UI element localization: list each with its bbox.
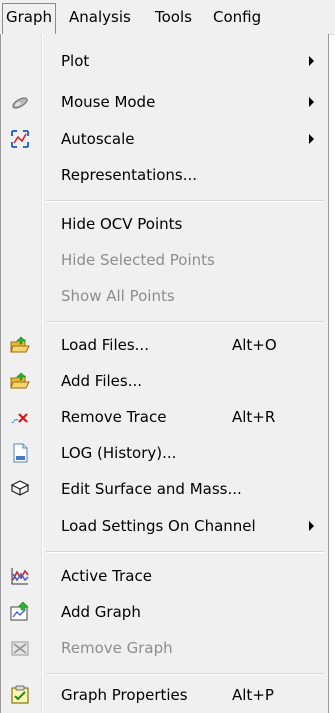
menu-item-representations[interactable]: Representations... <box>1 157 326 193</box>
remove-graph-icon <box>10 638 30 658</box>
submenu-arrow-icon <box>309 521 314 531</box>
menu-graph[interactable]: Graph <box>2 3 57 34</box>
menu-item-remove-trace[interactable]: Remove Trace Alt+R <box>1 399 326 435</box>
menu-item-label: Hide OCV Points <box>61 215 183 233</box>
edit-surface-icon <box>10 479 30 499</box>
menu-separator <box>46 673 324 675</box>
shortcut-text: Alt+O <box>232 336 277 354</box>
submenu-arrow-icon <box>309 97 314 107</box>
autoscale-icon <box>10 129 30 149</box>
menu-item-log-history[interactable]: LOG (History)... <box>1 435 326 471</box>
menu-item-mouse-mode[interactable]: Mouse Mode <box>1 84 326 120</box>
shortcut-text: Alt+P <box>232 686 274 704</box>
shortcut-text: Alt+R <box>232 408 276 426</box>
menu-separator <box>46 551 324 553</box>
menu-separator <box>46 321 324 323</box>
menu-item-label: Graph Properties <box>61 686 188 704</box>
menu-item-label: Load Files... <box>61 336 149 354</box>
menu-item-label: LOG (History)... <box>61 444 177 462</box>
folder-open-icon <box>10 335 30 355</box>
menu-item-label: Autoscale <box>61 130 135 148</box>
submenu-arrow-icon <box>309 56 314 66</box>
menu-item-label: Remove Trace <box>61 408 167 426</box>
menu-item-plot[interactable]: Plot <box>1 43 326 79</box>
menu-item-load-settings-on-channel[interactable]: Load Settings On Channel <box>1 508 326 544</box>
graph-properties-icon <box>10 685 30 705</box>
log-file-icon <box>10 443 30 463</box>
folder-add-icon <box>10 371 30 391</box>
menu-item-remove-graph: Remove Graph <box>1 630 326 666</box>
menu-item-label: Representations... <box>61 166 198 184</box>
menu-bar: Graph Analysis Tools Config <box>0 0 335 35</box>
add-graph-icon <box>10 602 30 622</box>
menu-item-load-files[interactable]: Load Files... Alt+O <box>1 327 326 363</box>
menu-item-label: Edit Surface and Mass... <box>61 480 242 498</box>
menu-separator <box>46 200 324 202</box>
menu-item-label: Add Graph <box>61 603 141 621</box>
menu-item-hide-selected-points: Hide Selected Points <box>1 242 326 278</box>
menu-item-edit-surface-and-mass[interactable]: Edit Surface and Mass... <box>1 471 326 507</box>
menu-item-label: Load Settings On Channel <box>61 517 256 535</box>
menu-item-label: Add Files... <box>61 372 143 390</box>
menu-analysis[interactable]: Analysis <box>66 4 134 30</box>
menu-item-label: Show All Points <box>61 287 175 305</box>
menu-item-show-all-points: Show All Points <box>1 278 326 314</box>
menu-item-label: Mouse Mode <box>61 93 156 111</box>
menu-item-label: Remove Graph <box>61 639 173 657</box>
mouse-icon <box>10 92 30 112</box>
menu-item-label: Hide Selected Points <box>61 251 215 269</box>
menu-item-graph-properties[interactable]: Graph Properties Alt+P <box>1 677 326 713</box>
menu-item-label: Plot <box>61 52 90 70</box>
remove-trace-icon <box>10 407 30 427</box>
menu-item-add-files[interactable]: Add Files... <box>1 363 326 399</box>
graph-dropdown-menu: Plot Mouse Mode Autoscale Representation… <box>0 34 329 713</box>
menu-config[interactable]: Config <box>210 4 264 30</box>
menu-item-hide-ocv-points[interactable]: Hide OCV Points <box>1 206 326 242</box>
active-trace-icon <box>10 566 30 586</box>
menu-item-label: Active Trace <box>61 567 152 585</box>
menu-item-autoscale[interactable]: Autoscale <box>1 121 326 157</box>
menu-item-add-graph[interactable]: Add Graph <box>1 594 326 630</box>
menu-item-active-trace[interactable]: Active Trace <box>1 558 326 594</box>
submenu-arrow-icon <box>309 134 314 144</box>
menu-tools[interactable]: Tools <box>152 4 195 30</box>
